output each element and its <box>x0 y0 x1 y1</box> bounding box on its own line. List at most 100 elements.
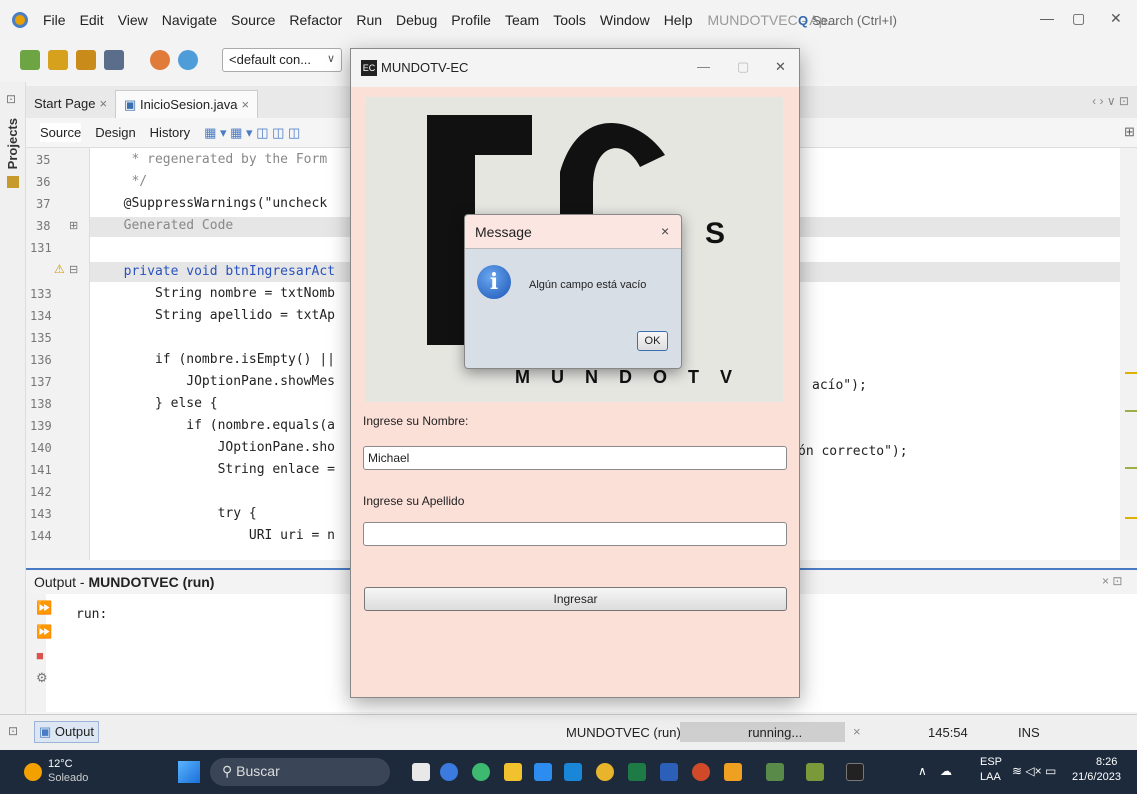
whatsapp-icon[interactable] <box>472 763 490 781</box>
rerun-icon[interactable]: ⏩ <box>36 600 52 616</box>
powerpoint-icon[interactable] <box>692 763 710 781</box>
close-icon[interactable]: × <box>661 223 669 239</box>
search-icon: ⚲ <box>222 763 233 779</box>
mode-source[interactable]: Source <box>40 123 82 142</box>
settings-icon[interactable]: ⚙ <box>36 670 48 686</box>
ingresar-button[interactable]: Ingresar <box>364 587 787 611</box>
line-number: 37 <box>36 197 51 211</box>
output-text: run: <box>76 607 108 622</box>
fold-expand-icon[interactable]: ⊞ <box>69 219 78 232</box>
close-tab-icon[interactable]: × <box>242 97 250 112</box>
rerun-options-icon[interactable]: ⏩ <box>36 624 52 640</box>
menu-run[interactable]: Run <box>349 12 389 28</box>
lang-1[interactable]: ESP <box>980 756 1002 768</box>
warning-mark[interactable] <box>1125 410 1137 412</box>
file-explorer-icon[interactable] <box>504 763 522 781</box>
code-line: private void btnIngresarAct <box>108 264 335 279</box>
close-tab-icon[interactable]: × <box>99 96 107 111</box>
tab-iniciosesion[interactable]: ▣ InicioSesion.java × <box>115 90 259 118</box>
undo-icon[interactable] <box>150 50 170 70</box>
menu-profile[interactable]: Profile <box>444 12 498 28</box>
apellido-input[interactable] <box>363 522 787 546</box>
search-input[interactable]: Q Search (Ctrl+I) <box>798 9 1008 31</box>
fold-collapse-icon[interactable]: ⊟ <box>69 263 78 276</box>
files-icon[interactable] <box>7 176 19 188</box>
code-line: } else { <box>108 396 218 411</box>
new-project-icon[interactable] <box>48 50 68 70</box>
mode-history[interactable]: History <box>150 125 190 140</box>
close-icon[interactable]: ✕ <box>1110 10 1122 27</box>
lang-2[interactable]: LAA <box>980 771 1001 783</box>
excel-icon[interactable] <box>628 763 646 781</box>
line-number: 135 <box>30 331 52 345</box>
wifi-volume-battery-icons[interactable]: ≋ ◁× ▭ <box>1012 764 1056 778</box>
chat-icon[interactable] <box>440 763 458 781</box>
new-file-icon[interactable] <box>20 50 40 70</box>
menu-window[interactable]: Window <box>593 12 657 28</box>
save-all-icon[interactable] <box>104 50 124 70</box>
app-icon[interactable] <box>564 763 582 781</box>
run-name: MUNDOTVEC (run) <box>566 725 681 740</box>
name-input[interactable]: Michael <box>363 446 787 470</box>
cloud-icon[interactable]: ☁ <box>940 764 952 778</box>
store-icon[interactable] <box>534 763 552 781</box>
code-line: JOptionPane.showMes <box>108 374 335 389</box>
menu-tools[interactable]: Tools <box>546 12 593 28</box>
menu-source[interactable]: Source <box>224 12 282 28</box>
redo-icon[interactable] <box>178 50 198 70</box>
menu-edit[interactable]: Edit <box>73 12 111 28</box>
stop-icon[interactable]: ■ <box>36 648 44 663</box>
shield-icon[interactable] <box>724 763 742 781</box>
menu-file[interactable]: File <box>36 12 73 28</box>
config-select[interactable]: <default con... ∨ <box>222 48 342 72</box>
code-line: URI uri = n <box>108 528 335 543</box>
weather-icon[interactable] <box>24 763 42 781</box>
name-label: Ingrese su Nombre: <box>363 414 469 428</box>
warning-mark[interactable] <box>1125 467 1137 469</box>
apellido-label: Ingrese su Apellido <box>363 494 465 508</box>
menu-help[interactable]: Help <box>657 12 700 28</box>
tool-icon[interactable] <box>806 763 824 781</box>
start-icon[interactable] <box>178 761 200 783</box>
warning-mark[interactable] <box>1125 517 1137 519</box>
line-number: 142 <box>30 485 52 499</box>
close-output-icon[interactable]: × ⊡ <box>1102 574 1122 588</box>
minimize-panel-icon[interactable]: ⊡ <box>6 92 16 106</box>
mode-design[interactable]: Design <box>95 125 135 140</box>
logo-letter: S <box>705 217 726 250</box>
tab-navigation-icons[interactable]: ‹ › ∨ ⊡ <box>1092 94 1129 108</box>
line-number: 144 <box>30 529 52 543</box>
panel-icon[interactable]: ⊡ <box>8 724 18 738</box>
minimize-icon[interactable]: — <box>1040 10 1054 26</box>
menu-debug[interactable]: Debug <box>389 12 444 28</box>
cancel-task-icon[interactable]: × <box>853 724 861 739</box>
word-icon[interactable] <box>660 763 678 781</box>
warning-mark[interactable] <box>1125 372 1137 374</box>
output-toggle[interactable]: ▣ Output <box>34 721 99 743</box>
minimize-icon[interactable]: — <box>697 59 710 74</box>
split-editor-icon[interactable]: ⊞ <box>1124 124 1135 140</box>
code-line: if (nombre.equals(a <box>108 418 335 433</box>
tray-chevron-icon[interactable]: ∧ <box>918 764 927 778</box>
close-icon[interactable]: ✕ <box>775 59 786 75</box>
menu-team[interactable]: Team <box>498 12 546 28</box>
tab-start-page[interactable]: Start Page × <box>26 90 115 118</box>
app-window: EC MUNDOTV-EC — ▢ ✕ C S M U N D O T V In… <box>350 48 800 698</box>
ok-button[interactable]: OK <box>637 331 668 351</box>
java-icon[interactable] <box>766 763 784 781</box>
editor-tools-icons[interactable]: ▦ ▾ ▦ ▾ ◫ ◫ ◫ <box>204 125 300 141</box>
task-view-icon[interactable] <box>412 763 430 781</box>
menu-refactor[interactable]: Refactor <box>282 12 349 28</box>
menu-view[interactable]: View <box>111 12 155 28</box>
restore-icon[interactable]: ▢ <box>1072 10 1085 27</box>
chrome-icon[interactable] <box>596 763 614 781</box>
projects-tab[interactable]: Projects <box>5 118 20 169</box>
taskbar-search[interactable]: ⚲ Buscar <box>210 758 390 786</box>
ec-app-icon[interactable] <box>846 763 864 781</box>
menu-navigate[interactable]: Navigate <box>155 12 224 28</box>
open-project-icon[interactable] <box>76 50 96 70</box>
maximize-icon[interactable]: ▢ <box>737 59 749 75</box>
tab-label: Start Page <box>34 96 96 111</box>
app-title: MUNDOTV-EC <box>381 60 469 75</box>
warning-icon[interactable]: ⚠ <box>54 262 65 276</box>
